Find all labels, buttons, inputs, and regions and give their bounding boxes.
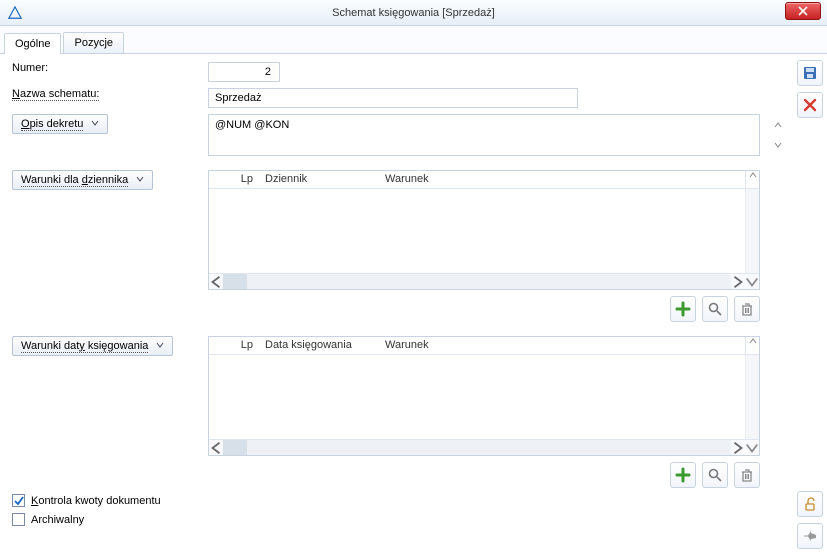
- scroll-right-button[interactable]: [731, 440, 745, 455]
- kontrola-label: Kontrola kwoty dokumentuKontrola kwoty d…: [31, 495, 161, 507]
- delete-button[interactable]: [797, 92, 823, 118]
- dziennik-search-button[interactable]: [702, 296, 728, 322]
- numer-input[interactable]: [208, 62, 280, 82]
- save-button[interactable]: [797, 60, 823, 86]
- scroll-right-button[interactable]: [731, 274, 745, 289]
- scroll-left-button[interactable]: [209, 274, 223, 289]
- dziennik-delete-button[interactable]: [734, 296, 760, 322]
- tab-general[interactable]: Ogólne: [4, 33, 61, 54]
- archiwalny-label: Archiwalny: [31, 514, 84, 526]
- warunki-dziennika-dropdown[interactable]: Warunki dla dziennikaWarunki dla dzienni…: [12, 170, 153, 190]
- data-grid-body[interactable]: [209, 355, 759, 439]
- data-grid: Lp Data księgowania Warunek: [208, 336, 760, 456]
- opis-spin-up[interactable]: [770, 115, 786, 135]
- dziennik-col-lp: Lp: [209, 171, 259, 188]
- dziennik-grid: Lp Dziennik Warunek: [208, 170, 760, 290]
- data-col-data: Data księgowania: [259, 337, 379, 354]
- chevron-down-icon: [136, 174, 144, 186]
- data-add-button[interactable]: [670, 462, 696, 488]
- pin-button[interactable]: [797, 523, 823, 549]
- chevron-down-icon: [745, 274, 759, 289]
- vertical-scrollbar[interactable]: [745, 189, 759, 273]
- warunki-daty-dropdown[interactable]: Warunki daty księgowaniaWarunki daty ksi…: [12, 336, 173, 356]
- right-toolbar: [793, 54, 827, 555]
- vertical-scrollbar[interactable]: [745, 355, 759, 439]
- opis-dekretu-dropdown[interactable]: Opis dekretuOpis dekretu: [12, 114, 108, 134]
- app-logo-icon: [8, 6, 22, 20]
- dziennik-grid-body[interactable]: [209, 189, 759, 273]
- window-title: Schemat księgowania [Sprzedaż]: [0, 7, 827, 19]
- archiwalny-checkbox[interactable]: [12, 513, 25, 526]
- data-col-warunek: Warunek: [379, 337, 435, 354]
- data-search-button[interactable]: [702, 462, 728, 488]
- opis-dekretu-textarea[interactable]: @NUM @KON: [208, 114, 760, 156]
- data-delete-button[interactable]: [734, 462, 760, 488]
- window-close-button[interactable]: [785, 2, 821, 20]
- window-titlebar: Schemat księgowania [Sprzedaż]: [0, 0, 827, 26]
- nazwa-input[interactable]: [208, 88, 578, 108]
- chevron-up-icon: [745, 171, 759, 188]
- unlock-button[interactable]: [797, 491, 823, 517]
- scroll-left-button[interactable]: [209, 440, 223, 455]
- dziennik-col-warunek: Warunek: [379, 171, 435, 188]
- kontrola-checkbox[interactable]: [12, 494, 25, 507]
- data-col-lp: Lp: [209, 337, 259, 354]
- horizontal-scrollbar[interactable]: [223, 274, 731, 289]
- chevron-down-icon: [745, 440, 759, 455]
- chevron-up-icon: [745, 337, 759, 354]
- chevron-down-icon: [91, 118, 99, 130]
- dziennik-col-dziennik: Dziennik: [259, 171, 379, 188]
- tab-positions[interactable]: Pozycje: [63, 32, 124, 53]
- chevron-down-icon: [156, 340, 164, 352]
- numer-label: Numer:: [12, 62, 48, 74]
- dziennik-add-button[interactable]: [670, 296, 696, 322]
- horizontal-scrollbar[interactable]: [223, 440, 731, 455]
- nazwa-label: NNazwa schematu:azwa schematu:: [12, 88, 99, 100]
- opis-spin-down[interactable]: [770, 135, 786, 155]
- tab-strip: Ogólne Pozycje: [0, 26, 827, 54]
